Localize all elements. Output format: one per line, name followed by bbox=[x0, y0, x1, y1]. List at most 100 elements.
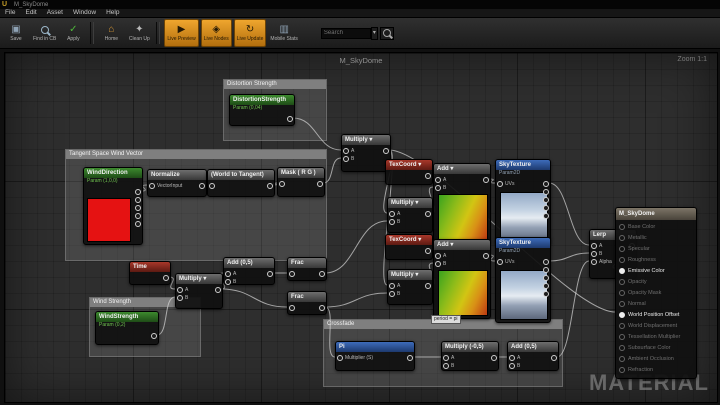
mobile-stats-button[interactable]: ▥Mobile Stats bbox=[268, 20, 300, 46]
output-pin[interactable] bbox=[319, 271, 325, 277]
node-normalize[interactable]: NormalizeVectorInput bbox=[147, 169, 207, 197]
input-pin[interactable]: B bbox=[177, 295, 190, 301]
output-pin[interactable] bbox=[135, 189, 141, 195]
output-pin[interactable] bbox=[425, 211, 431, 217]
live-update-button[interactable]: ↻Live Update bbox=[234, 19, 267, 47]
search-icon[interactable] bbox=[380, 27, 394, 40]
output-pin[interactable] bbox=[425, 283, 431, 289]
input-pin[interactable]: A bbox=[343, 148, 356, 154]
material-pin-row[interactable]: Base Color bbox=[616, 221, 655, 232]
output-pin[interactable] bbox=[425, 248, 431, 254]
save-button[interactable]: ▣Save bbox=[3, 20, 29, 46]
menu-item-window[interactable]: Window bbox=[68, 9, 101, 17]
input-pin[interactable]: VectorInput bbox=[149, 183, 184, 189]
input-pin[interactable]: UVs bbox=[497, 259, 516, 265]
node-material-result[interactable]: M_SkyDomeBase ColorMetallicSpecularRough… bbox=[615, 207, 697, 379]
output-pin[interactable] bbox=[543, 181, 549, 187]
output-pin[interactable] bbox=[543, 275, 549, 281]
node-distortionstrength[interactable]: DistortionStrengthParam (0,04) bbox=[229, 94, 295, 126]
material-pin-row[interactable]: World Displacement bbox=[616, 320, 677, 331]
input-pin[interactable] bbox=[279, 181, 285, 187]
input-pin[interactable]: B bbox=[225, 279, 238, 285]
output-pin[interactable] bbox=[543, 259, 549, 265]
node-winddirection[interactable]: WindDirectionParam (1,0,0) bbox=[83, 167, 143, 245]
output-pin[interactable] bbox=[425, 173, 431, 179]
material-pin-row[interactable]: Specular bbox=[616, 243, 650, 254]
live-nodes-button[interactable]: ◈Live Nodes bbox=[201, 19, 232, 47]
input-pin[interactable]: A bbox=[389, 211, 402, 217]
input-pin[interactable]: A bbox=[443, 355, 456, 361]
output-pin[interactable] bbox=[319, 305, 325, 311]
input-pin[interactable]: A bbox=[177, 287, 190, 293]
material-pin-row[interactable]: World Position Offset bbox=[616, 309, 679, 320]
menu-item-help[interactable]: Help bbox=[101, 9, 124, 17]
output-pin[interactable] bbox=[543, 189, 549, 195]
input-pin[interactable]: B bbox=[343, 156, 356, 162]
node-add-crossfade[interactable]: Add (0,5)AB bbox=[507, 341, 559, 371]
material-pin-row[interactable]: Opacity bbox=[616, 276, 647, 287]
output-pin[interactable] bbox=[317, 181, 323, 187]
live-preview-button[interactable]: ▶Live Preview bbox=[164, 19, 198, 47]
input-pin[interactable] bbox=[209, 183, 215, 189]
input-pin[interactable]: B bbox=[389, 219, 402, 225]
node-frac-top[interactable]: Frac bbox=[287, 257, 327, 281]
output-pin[interactable] bbox=[135, 205, 141, 211]
input-pin[interactable]: B bbox=[435, 185, 448, 191]
node-windstrength[interactable]: WindStrengthParam (0,2) bbox=[95, 311, 159, 345]
material-pin-row[interactable]: Ambient Occlusion bbox=[616, 353, 674, 364]
input-pin[interactable]: UVs bbox=[497, 181, 516, 187]
output-pin[interactable] bbox=[135, 213, 141, 219]
title-bar[interactable]: U M_SkyDome bbox=[0, 0, 720, 9]
input-pin[interactable]: A bbox=[435, 177, 448, 183]
input-pin[interactable] bbox=[289, 305, 295, 311]
node-mask-rg[interactable]: Mask ( R G ) bbox=[277, 167, 325, 197]
material-pin-row[interactable]: Emissive Color bbox=[616, 265, 665, 276]
node-add-top[interactable]: Add ▾AB bbox=[433, 163, 491, 243]
node-time[interactable]: Time bbox=[129, 261, 171, 285]
input-pin[interactable]: A bbox=[389, 283, 402, 289]
clean-up-button[interactable]: ✦Clean Up bbox=[126, 20, 152, 46]
menu-item-edit[interactable]: Edit bbox=[20, 9, 41, 17]
search-input[interactable] bbox=[321, 28, 371, 39]
output-pin[interactable] bbox=[135, 221, 141, 227]
node-frac-bottom[interactable]: Frac bbox=[287, 291, 327, 315]
node-skytexture-top[interactable]: SkyTextureParam2DUVs bbox=[495, 159, 551, 245]
find-in-cb-button[interactable]: Find in CB bbox=[31, 20, 58, 46]
input-pin[interactable]: B bbox=[443, 363, 456, 369]
material-pin-row[interactable]: Subsurface Color bbox=[616, 342, 671, 353]
input-pin[interactable]: Alpha bbox=[591, 259, 614, 265]
output-pin[interactable] bbox=[287, 116, 293, 122]
node-pi[interactable]: PiMultiplier (S) bbox=[335, 341, 415, 371]
output-pin[interactable] bbox=[543, 283, 549, 289]
output-pin[interactable] bbox=[491, 355, 497, 361]
input-pin[interactable]: Multiplier (S) bbox=[337, 355, 375, 361]
material-pin-row[interactable]: Refraction bbox=[616, 364, 653, 375]
input-pin[interactable] bbox=[289, 271, 295, 277]
material-pin-row[interactable]: Opacity Mask bbox=[616, 287, 661, 298]
input-pin[interactable]: A bbox=[225, 271, 238, 277]
material-pin-row[interactable]: Normal bbox=[616, 298, 646, 309]
input-pin[interactable]: A bbox=[591, 243, 604, 249]
node-multiply-time[interactable]: Multiply ▾AB bbox=[175, 273, 223, 309]
output-pin[interactable] bbox=[551, 355, 557, 361]
material-pin-row[interactable]: Tessellation Multiplier bbox=[616, 331, 680, 342]
material-pin-row[interactable]: Metallic bbox=[616, 232, 647, 243]
output-pin[interactable] bbox=[163, 275, 169, 281]
node-skytexture-bottom[interactable]: SkyTextureParam2DUVs bbox=[495, 237, 551, 323]
menu-item-asset[interactable]: Asset bbox=[42, 9, 68, 17]
home-button[interactable]: ⌂Home bbox=[98, 20, 124, 46]
output-pin[interactable] bbox=[543, 291, 549, 297]
input-pin[interactable]: B bbox=[509, 363, 522, 369]
material-pin-row[interactable]: Roughness bbox=[616, 254, 656, 265]
node-multiply-uv-top[interactable]: Multiply ▾AB bbox=[387, 197, 433, 233]
output-pin[interactable] bbox=[151, 333, 157, 339]
output-pin[interactable] bbox=[483, 253, 489, 259]
output-pin[interactable] bbox=[267, 271, 273, 277]
output-pin[interactable] bbox=[383, 148, 389, 154]
input-pin[interactable]: A bbox=[509, 355, 522, 361]
output-pin[interactable] bbox=[135, 197, 141, 203]
node-multiply-distortion[interactable]: Multiply ▾AB bbox=[341, 134, 391, 172]
input-pin[interactable]: B bbox=[591, 251, 604, 257]
menu-item-file[interactable]: File bbox=[0, 9, 20, 17]
input-pin[interactable]: A bbox=[435, 253, 448, 259]
